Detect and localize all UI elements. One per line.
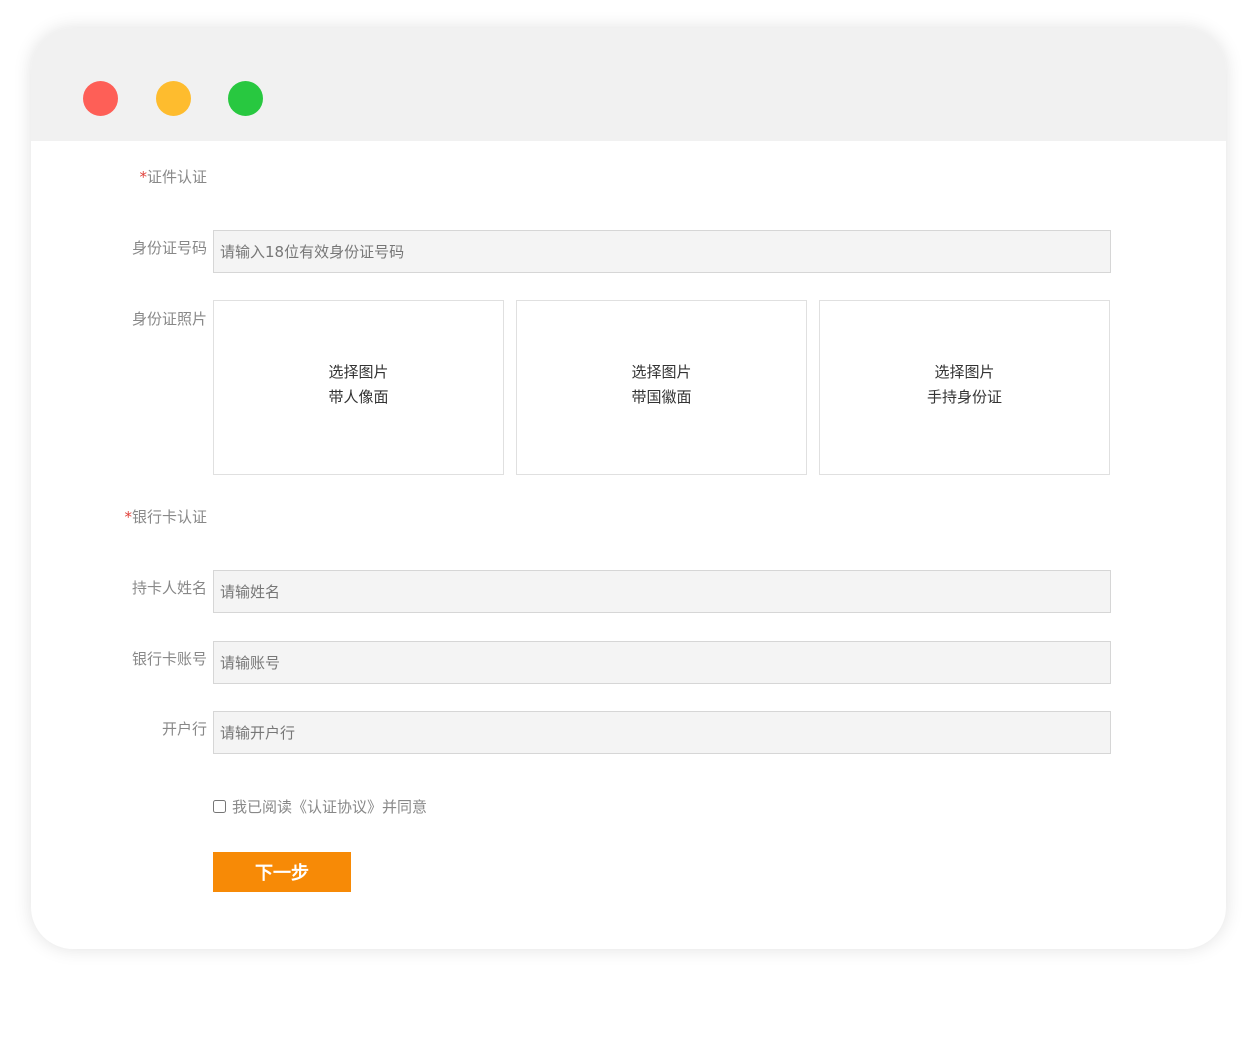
upload-caption: 带国徽面 <box>631 388 692 406</box>
card-holder-label: 持卡人姓名 <box>131 579 207 597</box>
agreement-row[interactable]: 我已阅读《认证协议》并同意 <box>213 796 427 817</box>
upload-handheld-id[interactable]: 选择图片 手持身份证 <box>819 300 1110 475</box>
card-number-label: 银行卡账号 <box>131 650 207 668</box>
upload-action-label: 选择图片 <box>631 363 692 381</box>
id-photo-label: 身份证照片 <box>131 310 207 328</box>
upload-caption: 带人像面 <box>328 388 389 406</box>
upload-emblem-side[interactable]: 选择图片 带国徽面 <box>516 300 807 475</box>
agreement-text: 我已阅读《认证协议》并同意 <box>232 798 428 816</box>
id-number-label: 身份证号码 <box>131 239 207 257</box>
bank-name-label: 开户行 <box>161 720 207 738</box>
minimize-window-button[interactable] <box>156 81 191 116</box>
id-number-input[interactable] <box>213 230 1111 273</box>
verification-form: *证件认证 身份证号码 身份证照片 选择图片 带人像面 选择图片 带国徽面 选择… <box>31 141 1226 949</box>
agreement-checkbox[interactable] <box>213 800 226 813</box>
close-window-button[interactable] <box>83 81 118 116</box>
title-bar <box>31 28 1226 141</box>
next-step-button[interactable]: 下一步 <box>213 852 351 892</box>
upload-caption: 手持身份证 <box>926 388 1002 406</box>
app-window: *证件认证 身份证号码 身份证照片 选择图片 带人像面 选择图片 带国徽面 选择… <box>31 28 1226 949</box>
card-holder-input[interactable] <box>213 570 1111 613</box>
card-number-input[interactable] <box>213 641 1111 684</box>
upload-portrait-side[interactable]: 选择图片 带人像面 <box>213 300 504 475</box>
required-mark: * <box>139 168 147 186</box>
required-mark: * <box>124 508 132 526</box>
upload-action-label: 选择图片 <box>328 363 389 381</box>
maximize-window-button[interactable] <box>228 81 263 116</box>
bank-name-input[interactable] <box>213 711 1111 754</box>
upload-action-label: 选择图片 <box>934 363 995 381</box>
id-section-title: *证件认证 <box>139 168 207 186</box>
bank-section-title: *银行卡认证 <box>124 508 207 526</box>
